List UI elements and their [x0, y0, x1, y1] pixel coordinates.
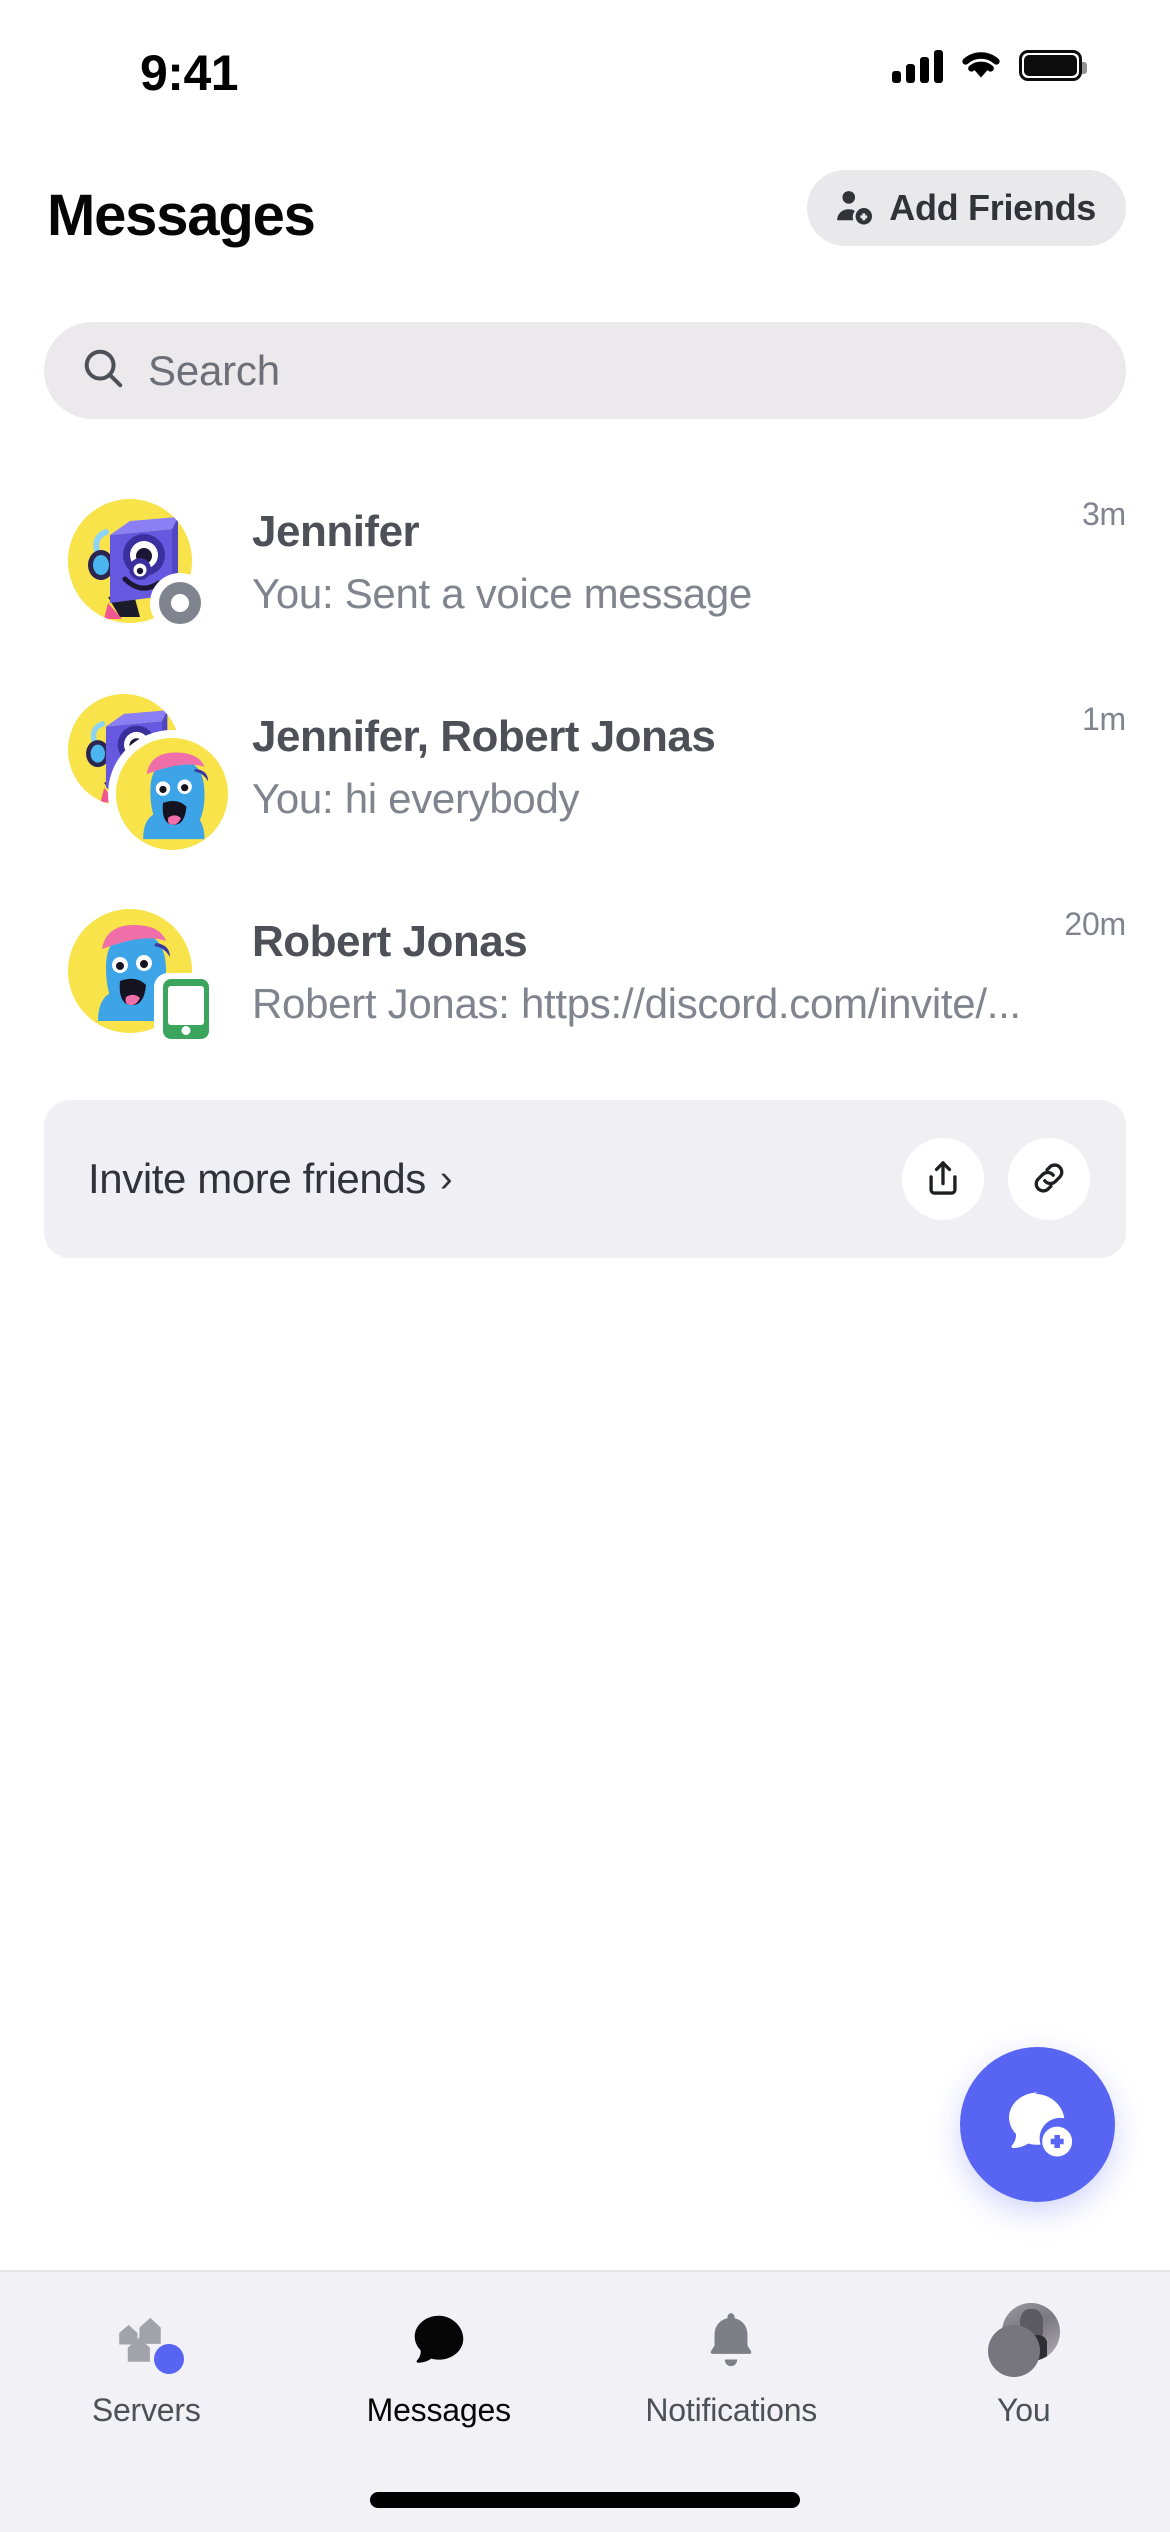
status-bar-icons [892, 46, 1087, 85]
tab-notifications[interactable]: Notifications [585, 2304, 878, 2429]
add-friends-label: Add Friends [889, 187, 1096, 228]
copy-link-button[interactable] [1008, 1138, 1090, 1220]
avatar [68, 489, 226, 637]
conversation-timestamp: 20m [1064, 906, 1126, 942]
search-icon [80, 345, 126, 396]
invite-actions [902, 1138, 1090, 1220]
tab-messages[interactable]: Messages [293, 2304, 586, 2429]
tab-you-label: You [997, 2392, 1051, 2428]
conversation-preview: Robert Jonas: https://discord.com/invite… [252, 980, 1021, 1027]
new-message-icon [999, 2084, 1077, 2165]
header: Messages Add Friends [0, 170, 1170, 280]
conversation-list: Jennifer You: Sent a voice message 3m Je… [0, 460, 1170, 1075]
conversation-name: Robert Jonas [252, 918, 528, 967]
bell-icon [695, 2304, 767, 2376]
add-friends-button[interactable]: Add Friends [807, 170, 1126, 246]
status-mobile-online-icon [154, 972, 218, 1045]
conversation-row-robert-jonas[interactable]: Robert Jonas Robert Jonas: https://disco… [0, 870, 1170, 1075]
servers-icon [110, 2304, 185, 2376]
conversation-text: Robert Jonas Robert Jonas: https://disco… [226, 918, 1064, 1027]
chevron-right-icon: › [439, 1158, 453, 1200]
chat-bubble-icon [403, 2304, 475, 2376]
share-button[interactable] [902, 1138, 984, 1220]
tab-you[interactable]: You [878, 2303, 1170, 2429]
person-add-icon [833, 186, 875, 231]
home-indicator [370, 2492, 800, 2508]
tab-servers[interactable]: Servers [0, 2304, 293, 2429]
share-icon [922, 1157, 964, 1202]
link-icon [1028, 1157, 1070, 1202]
status-bar-time: 9:41 [140, 45, 239, 101]
conversation-timestamp: 3m [1081, 496, 1126, 532]
tab-messages-label: Messages [366, 2392, 511, 2428]
conversation-text: Jennifer, Robert Jonas You: hi everybody [226, 713, 1082, 822]
conversation-preview: You: Sent a voice message [252, 570, 752, 617]
wifi-icon [959, 46, 1003, 85]
conversation-row-group[interactable]: Jennifer, Robert Jonas You: hi everybody… [0, 665, 1170, 870]
conversation-name: Jennifer, Robert Jonas [252, 713, 716, 762]
user-avatar-icon [987, 2303, 1060, 2377]
discord-messages-screen: 9:41 Messages Add Friends Search Jennife… [0, 0, 1170, 2532]
avatar-group [68, 693, 228, 850]
conversation-row-jennifer[interactable]: Jennifer You: Sent a voice message 3m [0, 460, 1170, 665]
page-title: Messages [47, 183, 316, 248]
conversation-timestamp: 1m [1081, 701, 1126, 737]
conversation-name: Jennifer [252, 508, 420, 557]
search-input[interactable]: Search [44, 322, 1126, 419]
invite-more-friends-card[interactable]: Invite more friends › [44, 1100, 1126, 1258]
status-idle-icon [150, 572, 210, 633]
avatar [68, 899, 226, 1047]
conversation-text: Jennifer You: Sent a voice message [226, 508, 1082, 617]
search-placeholder: Search [148, 346, 280, 394]
battery-full-icon [1019, 50, 1087, 81]
tab-notifications-label: Notifications [645, 2392, 818, 2428]
tab-servers-label: Servers [91, 2392, 201, 2428]
status-bar: 9:41 [0, 0, 1170, 125]
conversation-preview: You: hi everybody [252, 775, 580, 822]
servers-badge-dot [154, 2344, 185, 2374]
avatar-robert-small [116, 737, 228, 850]
invite-more-friends-label: Invite more friends [88, 1155, 426, 1202]
new-message-fab[interactable] [960, 2047, 1115, 2202]
cellular-signal-icon [892, 49, 943, 83]
